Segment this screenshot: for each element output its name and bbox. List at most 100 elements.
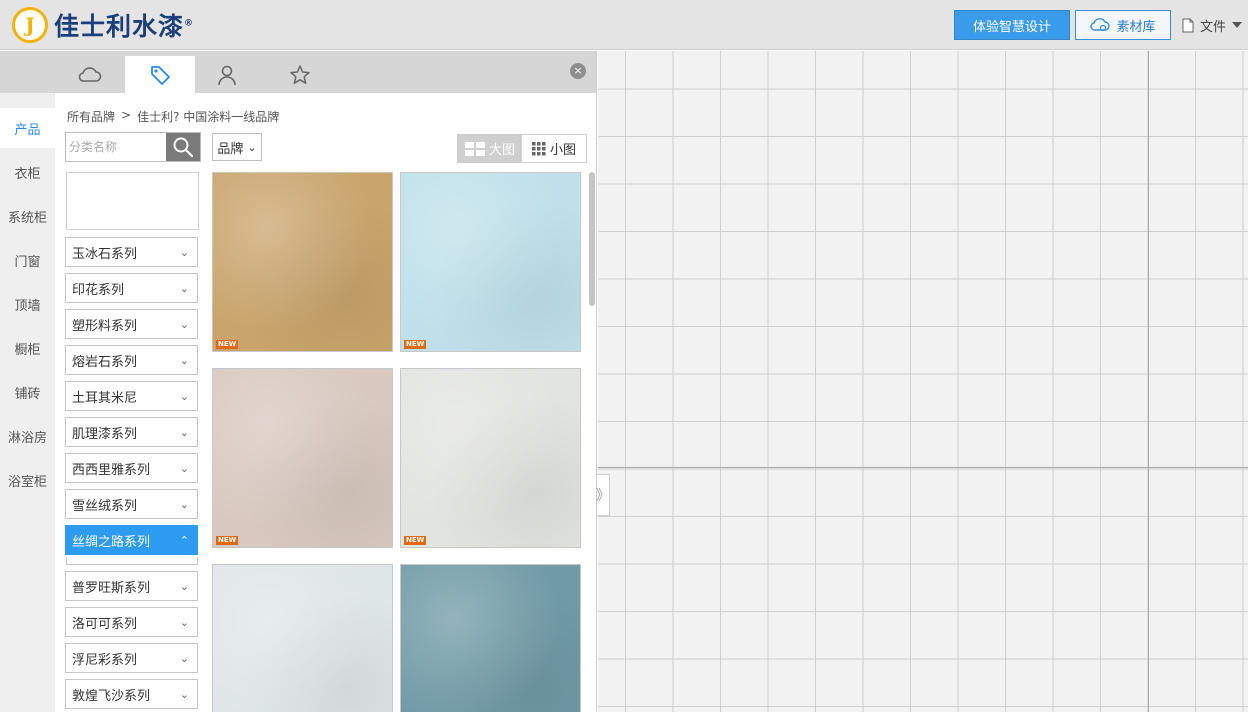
series-item[interactable]: 雪丝绒系列 ⌄	[65, 489, 198, 519]
cloud-icon	[1090, 18, 1111, 32]
large-view-label: 大图	[488, 143, 515, 158]
tab-tag[interactable]	[125, 56, 195, 93]
star-icon	[290, 64, 310, 84]
category-search-input[interactable]	[66, 133, 166, 161]
chevron-down-icon: ⌄	[179, 245, 189, 259]
caret-down-icon	[1232, 22, 1243, 28]
series-item[interactable]: 玉冰石系列 ⌄	[65, 237, 198, 267]
small-view-button[interactable]: 小图	[522, 135, 586, 162]
product-tile[interactable]: NEW	[212, 172, 393, 352]
chevron-down-icon: ⌄	[179, 389, 189, 403]
series-item[interactable]: 熔岩石系列 ⌄	[65, 345, 198, 375]
new-badge: NEW	[404, 340, 427, 349]
category-item[interactable]: 橱柜	[0, 328, 55, 368]
search-button[interactable]	[166, 133, 200, 161]
chevron-down-icon: ⌄	[179, 461, 189, 475]
breadcrumb-current: 佳士利? 中国涂料一线品牌	[137, 110, 280, 124]
view-mode-toggle: 大图 小图	[457, 134, 587, 163]
tag-icon	[151, 65, 170, 85]
series-item[interactable]: 印花系列 ⌄	[65, 273, 198, 303]
design-canvas[interactable]	[598, 51, 1248, 712]
user-icon	[218, 65, 236, 85]
tab-user[interactable]	[192, 56, 262, 93]
series-item[interactable]: 浮尼彩系列 ⌄	[65, 643, 198, 673]
large-view-button[interactable]: 大图	[458, 135, 522, 162]
product-tile[interactable]: NEW	[212, 368, 393, 548]
close-panel-icon[interactable]: ×	[570, 63, 586, 79]
file-menu[interactable]: 文件	[1182, 14, 1243, 36]
file-menu-label: 文件	[1200, 19, 1227, 35]
product-tile[interactable]	[212, 564, 393, 712]
breadcrumb: 所有品牌 > 佳士利? 中国涂料一线品牌	[67, 108, 279, 125]
chevron-down-icon: ⌄	[179, 615, 189, 629]
chevron-down-icon: ⌄	[179, 651, 189, 665]
series-item-label: 塑形料系列	[72, 318, 138, 334]
series-item[interactable]: 丝绸之路系列 ⌃	[65, 525, 198, 555]
category-item[interactable]: 产品	[0, 108, 55, 148]
material-panel: × 产品 衣柜 系统柜 门窗 顶墙 橱柜 铺砖 淋浴房 浴室柜 所有品牌 > 佳士利? 中国涂料…	[0, 51, 597, 712]
chevron-down-icon: ⌄	[247, 140, 257, 154]
series-item-label: 西西里雅系列	[72, 462, 151, 478]
series-item-label: 印花系列	[72, 282, 125, 298]
chevron-up-icon: ⌃	[179, 533, 189, 547]
panel-tab-bar: ×	[0, 51, 596, 93]
brand-dropdown[interactable]: 品牌 ⌄	[212, 133, 262, 161]
chevron-down-icon: ⌄	[179, 353, 189, 367]
tab-star[interactable]	[265, 56, 335, 93]
small-grid-icon	[531, 141, 546, 155]
chevron-down-icon: ⌄	[179, 687, 189, 701]
category-item[interactable]: 门窗	[0, 240, 55, 280]
category-item[interactable]: 淋浴房	[0, 416, 55, 456]
small-view-label: 小图	[549, 143, 576, 158]
logo-badge-icon: J	[12, 7, 48, 43]
series-item[interactable]: 土耳其米尼 ⌄	[65, 381, 198, 411]
chevron-down-icon: ⌄	[179, 579, 189, 593]
series-item-label: 熔岩石系列	[72, 354, 138, 370]
brand-logo[interactable]: J 佳士利水漆®	[12, 6, 194, 44]
breadcrumb-root-link[interactable]: 所有品牌	[67, 108, 115, 125]
series-item-label: 玉冰石系列	[72, 246, 138, 262]
category-item[interactable]: 铺砖	[0, 372, 55, 412]
series-item-label: 土耳其米尼	[72, 390, 138, 406]
chevron-down-icon: ⌄	[179, 281, 189, 295]
series-item-label: 敦煌飞沙系列	[72, 688, 151, 704]
cloud-icon	[78, 66, 102, 82]
large-grid-icon	[464, 141, 485, 156]
search-icon	[173, 137, 194, 158]
series-item-label: 浮尼彩系列	[72, 652, 138, 668]
category-search	[65, 132, 201, 162]
product-tile[interactable]	[400, 564, 581, 712]
chevron-down-icon: ⌄	[179, 497, 189, 511]
series-item[interactable]: 敦煌飞沙系列 ⌄	[65, 679, 198, 709]
file-icon	[1182, 18, 1194, 32]
chevron-down-icon: ⌄	[179, 317, 189, 331]
new-badge: NEW	[404, 536, 427, 545]
product-tile[interactable]: NEW	[400, 172, 581, 352]
category-nav: 产品 衣柜 系统柜 门窗 顶墙 橱柜 铺砖 淋浴房 浴室柜	[0, 93, 55, 712]
series-item[interactable]: 西西里雅系列 ⌄	[65, 453, 198, 483]
series-item-label: 肌理漆系列	[72, 426, 138, 442]
canvas-axis-vertical	[1148, 51, 1149, 712]
collapse-panel-handle[interactable]: 》	[596, 474, 610, 516]
series-item[interactable]: 洛可可系列 ⌄	[65, 607, 198, 637]
new-badge: NEW	[216, 536, 239, 545]
top-header: J 佳士利水漆® 体验智慧设计 素材库 文件	[0, 0, 1248, 50]
tab-cloud[interactable]	[55, 56, 125, 93]
category-item[interactable]: 浴室柜	[0, 460, 55, 500]
category-item[interactable]: 顶墙	[0, 284, 55, 324]
series-item-label: 丝绸之路系列	[72, 534, 151, 550]
material-library-button[interactable]: 素材库	[1075, 10, 1171, 40]
category-item[interactable]: 衣柜	[0, 152, 55, 192]
series-item[interactable]: 肌理漆系列 ⌄	[65, 417, 198, 447]
logo-text: 佳士利水漆®	[54, 12, 195, 41]
series-item[interactable]: 普罗旺斯系列 ⌄	[65, 571, 198, 601]
experience-smart-design-button[interactable]: 体验智慧设计	[954, 10, 1070, 40]
category-item[interactable]: 系统柜	[0, 196, 55, 236]
brand-dropdown-label: 品牌	[217, 141, 244, 157]
product-tile[interactable]: NEW	[400, 368, 581, 548]
product-grid-scrollbar[interactable]	[589, 172, 595, 306]
series-item-label: 洛可可系列	[72, 616, 138, 632]
series-item-label: 普罗旺斯系列	[72, 580, 151, 596]
series-item[interactable]: 塑形料系列 ⌄	[65, 309, 198, 339]
series-item-label: 雪丝绒系列	[72, 498, 138, 514]
